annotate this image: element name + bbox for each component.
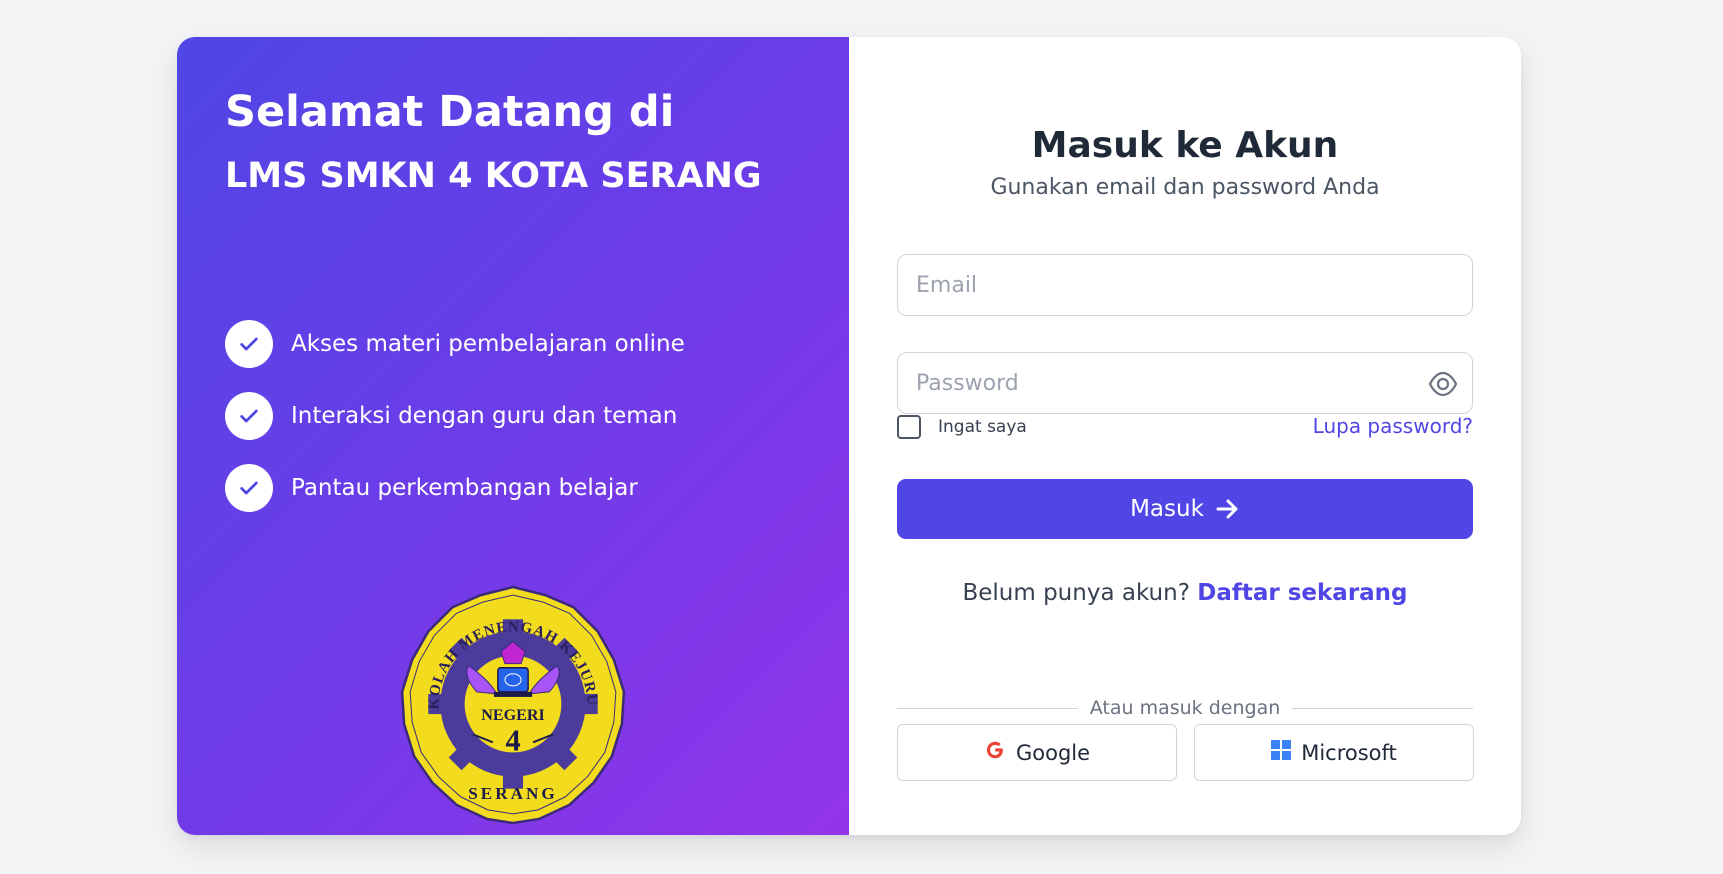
microsoft-label: Microsoft bbox=[1301, 740, 1397, 765]
welcome-panel: Selamat Datang di LMS SMKN 4 KOTA SERANG… bbox=[177, 37, 849, 835]
welcome-subtitle: LMS SMKN 4 KOTA SERANG bbox=[225, 156, 762, 196]
svg-text:SERANG: SERANG bbox=[468, 784, 558, 803]
divider: Atau masuk dengan bbox=[897, 697, 1474, 719]
password-field[interactable] bbox=[898, 353, 1472, 413]
google-icon bbox=[986, 741, 1003, 758]
arrow-right-icon bbox=[1216, 499, 1238, 519]
remember-me[interactable]: Ingat saya bbox=[897, 415, 1027, 439]
google-label: Google bbox=[1015, 740, 1091, 765]
divider-line bbox=[1292, 707, 1474, 709]
welcome-title: Selamat Datang di bbox=[225, 87, 675, 137]
feature-label: Interaksi dengan guru dan teman bbox=[291, 403, 678, 429]
signup-prompt-text: Belum punya akun? bbox=[962, 580, 1190, 606]
feature-label: Akses materi pembelajaran online bbox=[291, 331, 685, 357]
signup-prompt: Belum punya akun? Daftar sekarang bbox=[849, 580, 1521, 606]
password-field-wrapper bbox=[897, 352, 1473, 414]
microsoft-login-button[interactable]: Microsoft bbox=[1194, 724, 1474, 781]
remember-checkbox[interactable] bbox=[897, 415, 921, 439]
signup-link[interactable]: Daftar sekarang bbox=[1197, 580, 1407, 606]
login-title: Masuk ke Akun bbox=[1031, 125, 1339, 166]
feature-item: Interaksi dengan guru dan teman bbox=[225, 392, 685, 440]
divider-text: Atau masuk dengan bbox=[1089, 697, 1281, 719]
email-field-wrapper bbox=[897, 254, 1473, 316]
feature-item: Pantau perkembangan belajar bbox=[225, 464, 685, 512]
feature-label: Pantau perkembangan belajar bbox=[291, 475, 638, 501]
remember-label: Ingat saya bbox=[938, 417, 1027, 437]
divider-line bbox=[897, 707, 1078, 709]
google-login-button[interactable]: Google bbox=[897, 724, 1177, 781]
microsoft-icon bbox=[1271, 739, 1292, 760]
svg-text:NEGERI: NEGERI bbox=[481, 707, 545, 724]
login-button[interactable]: Masuk bbox=[897, 479, 1473, 539]
check-icon bbox=[225, 464, 273, 512]
school-logo: SEKOLAH MENENGAH KEJURUAN NEGERI 4 SERAN… bbox=[392, 583, 626, 825]
feature-list: Akses materi pembelajaran online Interak… bbox=[225, 320, 685, 536]
eye-icon[interactable] bbox=[1428, 370, 1458, 398]
feature-item: Akses materi pembelajaran online bbox=[225, 320, 685, 368]
svg-text:4: 4 bbox=[505, 723, 520, 757]
email-field[interactable] bbox=[898, 255, 1472, 315]
forgot-password-link[interactable]: Lupa password? bbox=[1313, 414, 1473, 438]
login-card: Selamat Datang di LMS SMKN 4 KOTA SERANG… bbox=[177, 37, 1521, 835]
login-panel: Masuk ke Akun Gunakan email dan password… bbox=[849, 37, 1521, 835]
login-subtitle: Gunakan email dan password Anda bbox=[990, 175, 1380, 200]
login-button-label: Masuk bbox=[1130, 496, 1204, 522]
check-icon bbox=[225, 320, 273, 368]
check-icon bbox=[225, 392, 273, 440]
